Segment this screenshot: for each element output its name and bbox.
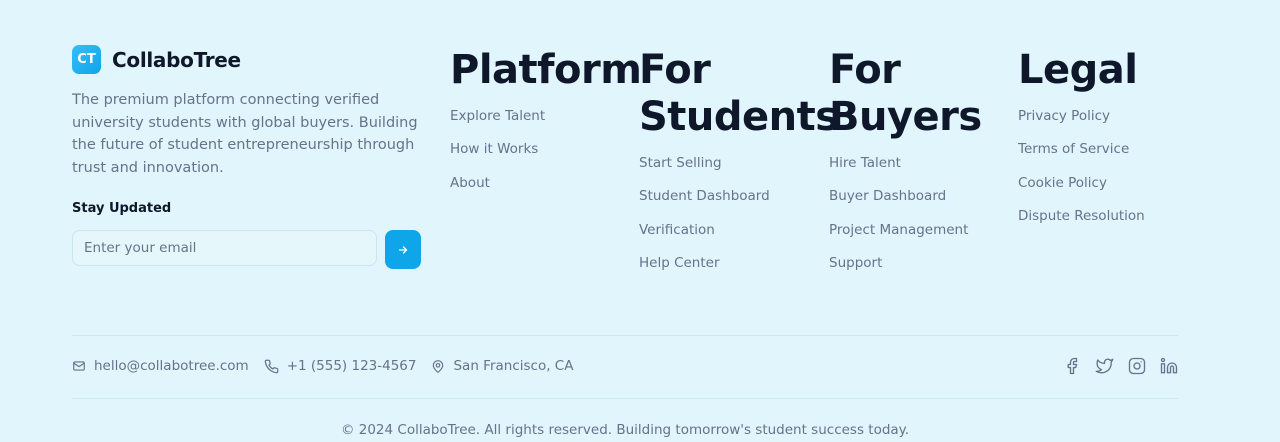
newsletter-heading: Stay Updated (72, 201, 172, 216)
contact-email[interactable]: hello@collabotree.com (72, 358, 249, 374)
phone-icon (264, 359, 279, 373)
column-title: Platform (450, 47, 642, 93)
footer-column-buyers: For Buyers Hire Talent Buyer Dashboard P… (829, 47, 1009, 287)
footer-link-student-dashboard[interactable]: Student Dashboard (639, 188, 770, 204)
footer-link-explore-talent[interactable]: Explore Talent (450, 108, 545, 124)
divider (72, 335, 1178, 336)
arrow-right-icon (398, 245, 408, 254)
footer-link-dispute-resolution[interactable]: Dispute Resolution (1018, 208, 1145, 224)
social-links (1049, 357, 1178, 375)
column-title: For Buyers (829, 47, 982, 140)
contact-phone-text: +1 (555) 123-4567 (286, 358, 417, 374)
map-pin-icon (433, 359, 444, 373)
footer-link-privacy-policy[interactable]: Privacy Policy (1018, 108, 1110, 124)
footer-link-cookie-policy[interactable]: Cookie Policy (1018, 175, 1107, 191)
subscribe-button[interactable] (385, 230, 421, 269)
footer-link-about[interactable]: About (450, 175, 490, 191)
facebook-icon[interactable] (1063, 357, 1081, 375)
brand-name: CollaboTree (112, 47, 241, 72)
email-input[interactable] (72, 230, 377, 266)
contact-email-text: hello@collabotree.com (94, 358, 249, 374)
footer-link-hire-talent[interactable]: Hire Talent (829, 155, 901, 171)
column-title: For Students (639, 47, 839, 140)
footer-link-support[interactable]: Support (829, 255, 882, 271)
footer-link-help-center[interactable]: Help Center (639, 255, 720, 271)
brand[interactable]: CT CollaboTree (72, 45, 241, 74)
logo: CT (72, 45, 101, 74)
footer-link-start-selling[interactable]: Start Selling (639, 155, 722, 171)
mail-icon (73, 361, 85, 371)
footer-link-buyer-dashboard[interactable]: Buyer Dashboard (829, 188, 946, 204)
linkedin-icon[interactable] (1160, 357, 1178, 375)
contact-location: San Francisco, CA (431, 358, 573, 374)
brand-description: The premium platform connecting verified… (72, 92, 418, 176)
instagram-icon[interactable] (1128, 357, 1146, 375)
footer-column-legal: Legal Privacy Policy Terms of Service Co… (1018, 47, 1198, 240)
contact-location-text: San Francisco, CA (453, 358, 574, 374)
footer-link-how-it-works[interactable]: How it Works (450, 141, 538, 157)
footer-link-project-management[interactable]: Project Management (829, 222, 968, 238)
copyright: © 2024 CollaboTree. All rights reserved.… (340, 422, 910, 438)
twitter-icon[interactable] (1095, 357, 1114, 375)
footer-column-students: For Students Start Selling Student Dashb… (639, 47, 839, 287)
footer-column-platform: Platform Explore Talent How it Works Abo… (450, 47, 642, 207)
footer-link-terms-of-service[interactable]: Terms of Service (1018, 141, 1129, 157)
contact-phone[interactable]: +1 (555) 123-4567 (264, 358, 417, 374)
divider (72, 398, 1178, 399)
column-title: Legal (1018, 47, 1138, 93)
contact-info: hello@collabotree.com +1 (555) 123-4567 … (72, 358, 588, 374)
footer-link-verification[interactable]: Verification (639, 222, 715, 238)
